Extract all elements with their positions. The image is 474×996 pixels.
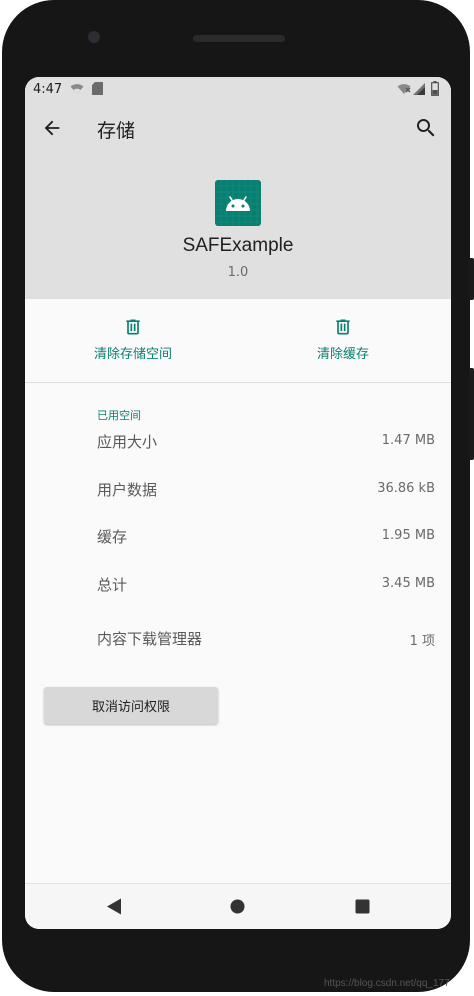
status-time: 4:47 xyxy=(33,82,63,97)
delete-icon xyxy=(336,319,350,335)
search-icon[interactable] xyxy=(414,116,438,140)
cell-signal-icon xyxy=(413,83,425,95)
back-triangle-icon[interactable] xyxy=(106,898,122,915)
row-label: 用户数据 xyxy=(97,481,158,499)
delete-icon xyxy=(126,319,140,335)
earpiece-speaker xyxy=(193,35,285,42)
recents-square-icon[interactable] xyxy=(355,899,370,914)
app-version: 1.0 xyxy=(227,265,249,280)
section-title: 已用空间 xyxy=(97,409,141,422)
battery-icon xyxy=(431,81,439,96)
phone-frame: 4:47 存储 SAFExample 1.0 清除存储空间 清除缓存 已用空间 … xyxy=(2,0,474,992)
front-camera xyxy=(88,31,100,43)
storage-row-user-data: 用户数据 36.86 kB xyxy=(25,475,451,505)
page-title: 存储 xyxy=(97,120,136,142)
row-value: 3.45 MB xyxy=(381,576,435,591)
storage-row-total: 总计 3.45 MB xyxy=(25,570,451,600)
storage-row-download-manager[interactable]: 内容下载管理器 1 项 xyxy=(25,624,451,654)
wifi-icon xyxy=(70,84,84,94)
row-value: 1 项 xyxy=(409,634,435,649)
app-name: SAFExample xyxy=(182,235,294,256)
screen: 4:47 存储 SAFExample 1.0 清除存储空间 清除缓存 已用空间 … xyxy=(25,77,451,929)
sd-card-icon xyxy=(92,82,103,95)
app-bar: 存储 xyxy=(25,101,451,157)
clear-cache-button[interactable]: 清除缓存 xyxy=(263,317,423,362)
row-value: 1.47 MB xyxy=(381,433,435,448)
wifi-signal-icon xyxy=(397,84,411,94)
status-bar: 4:47 xyxy=(25,77,451,101)
row-label: 缓存 xyxy=(97,528,128,546)
storage-row-app-size: 应用大小 1.47 MB xyxy=(25,427,451,457)
revoke-access-button[interactable]: 取消访问权限 xyxy=(44,687,218,724)
clear-cache-label: 清除缓存 xyxy=(316,347,369,362)
row-label: 应用大小 xyxy=(97,433,158,451)
row-value: 36.86 kB xyxy=(377,481,435,496)
app-header: SAFExample 1.0 xyxy=(25,157,451,299)
home-circle-icon[interactable] xyxy=(230,899,245,914)
power-button xyxy=(469,258,474,300)
storage-row-cache: 缓存 1.95 MB xyxy=(25,522,451,552)
row-value: 1.95 MB xyxy=(381,528,435,543)
divider xyxy=(25,382,451,383)
arrow-back-icon[interactable] xyxy=(41,117,63,139)
volume-button xyxy=(469,368,474,460)
clear-storage-button[interactable]: 清除存储空间 xyxy=(53,317,213,362)
watermark: https://blog.csdn.net/qq_177 xyxy=(324,978,450,989)
row-label: 总计 xyxy=(97,576,128,594)
clear-storage-label: 清除存储空间 xyxy=(93,347,172,362)
row-label: 内容下载管理器 xyxy=(97,630,203,648)
android-icon xyxy=(215,180,261,226)
nav-bar xyxy=(25,883,451,929)
